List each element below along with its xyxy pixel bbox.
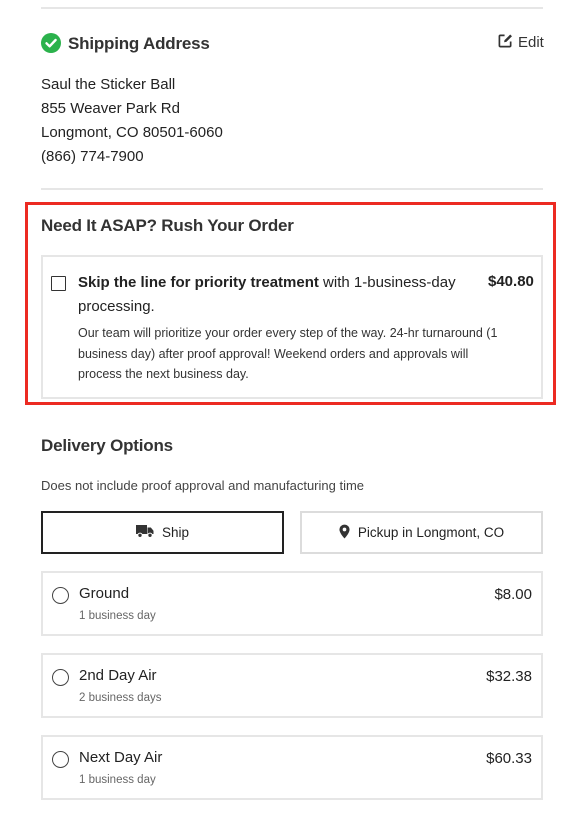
option-time: 2 business days bbox=[79, 692, 162, 704]
option-name: Ground bbox=[79, 585, 130, 602]
rush-main-text: Skip the line for priority treatment wit… bbox=[78, 271, 478, 319]
edit-icon bbox=[498, 33, 513, 52]
address-name: Saul the Sticker Ball bbox=[41, 76, 176, 93]
address-phone: (866) 774-7900 bbox=[41, 148, 144, 165]
map-pin-icon bbox=[339, 524, 350, 542]
option-name: Next Day Air bbox=[79, 749, 163, 766]
option-price: $60.33 bbox=[486, 750, 532, 767]
radio-next-day-air[interactable] bbox=[52, 751, 69, 768]
check-circle-icon bbox=[41, 33, 61, 53]
rush-main-bold: Skip the line for priority treatment bbox=[78, 274, 319, 291]
radio-2nd-day-air[interactable] bbox=[52, 669, 69, 686]
option-time: 1 business day bbox=[79, 774, 156, 786]
top-divider bbox=[41, 7, 543, 9]
tab-pickup-label: Pickup in Longmont, CO bbox=[357, 525, 505, 540]
address-street: 855 Weaver Park Rd bbox=[41, 100, 180, 117]
delivery-options-title: Delivery Options bbox=[41, 436, 173, 455]
shipping-address-title: Shipping Address bbox=[68, 34, 210, 53]
delivery-subtitle: Does not include proof approval and manu… bbox=[41, 478, 365, 493]
delivery-option-ground[interactable]: Ground 1 business day $8.00 bbox=[41, 571, 543, 636]
rush-description: Our team will prioritize your order ever… bbox=[78, 326, 498, 381]
delivery-option-2nd-day-air[interactable]: 2nd Day Air 2 business days $32.38 bbox=[41, 653, 543, 718]
edit-label: Edit bbox=[518, 34, 544, 51]
truck-icon bbox=[135, 524, 154, 541]
edit-address-button[interactable]: Edit bbox=[498, 33, 544, 52]
tab-pickup[interactable]: Pickup in Longmont, CO bbox=[300, 511, 543, 554]
option-name: 2nd Day Air bbox=[79, 667, 157, 684]
address-divider bbox=[41, 188, 543, 190]
rush-checkbox[interactable] bbox=[51, 276, 66, 291]
option-price: $8.00 bbox=[494, 586, 532, 603]
option-time: 1 business day bbox=[79, 610, 156, 622]
radio-ground[interactable] bbox=[52, 587, 69, 604]
delivery-option-next-day-air[interactable]: Next Day Air 1 business day $60.33 bbox=[41, 735, 543, 800]
rush-title: Need It ASAP? Rush Your Order bbox=[41, 216, 294, 235]
tab-ship-label: Ship bbox=[161, 525, 190, 540]
tab-ship[interactable]: Ship bbox=[41, 511, 284, 554]
address-city: Longmont, CO 80501-6060 bbox=[41, 124, 223, 141]
rush-price: $40.80 bbox=[488, 273, 534, 290]
option-price: $32.38 bbox=[486, 668, 532, 685]
